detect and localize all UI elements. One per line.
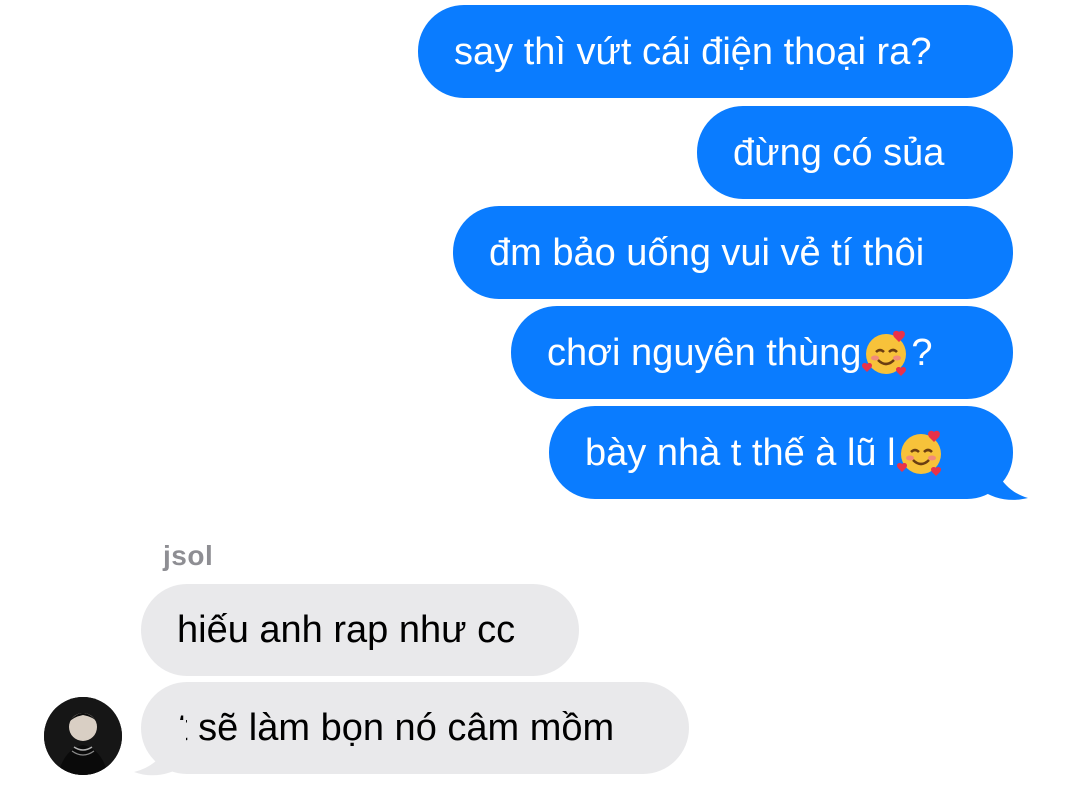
message-text: t sẽ làm bọn nó câm mồm (177, 707, 615, 749)
message-text: đm bảo uống vui vẻ tí thôi (489, 231, 925, 274)
outgoing-bubble-tail (978, 444, 1028, 500)
outgoing-message[interactable]: chơi nguyên thùng ? (511, 306, 1013, 399)
outgoing-message[interactable]: đm bảo uống vui vẻ tí thôi (453, 206, 1013, 299)
smiling-face-with-hearts-icon (862, 330, 907, 376)
message-text: ? (911, 331, 933, 374)
incoming-message[interactable]: hiếu anh rap như cc (141, 584, 579, 676)
message-text: say thì vứt cái điện thoại ra? (454, 30, 932, 73)
sender-name: jsol (163, 540, 214, 571)
outgoing-message[interactable]: đừng có sủa (697, 106, 1013, 199)
smiling-face-with-hearts-icon (896, 430, 941, 476)
outgoing-message[interactable]: bày nhà t thế à lũ l (549, 406, 1013, 499)
message-text: đừng có sủa (733, 131, 945, 174)
message-text: hiếu anh rap như cc (177, 609, 516, 651)
outgoing-message[interactable]: say thì vứt cái điện thoại ra? (418, 5, 1013, 98)
message-text: chơi nguyên thùng (547, 331, 862, 374)
incoming-message[interactable]: t sẽ làm bọn nó câm mồm (141, 682, 689, 774)
person-photo-icon (44, 697, 122, 775)
incoming-bubble-tail (134, 720, 186, 776)
message-text: bày nhà t thế à lũ l (585, 431, 896, 474)
avatar[interactable] (44, 697, 122, 775)
